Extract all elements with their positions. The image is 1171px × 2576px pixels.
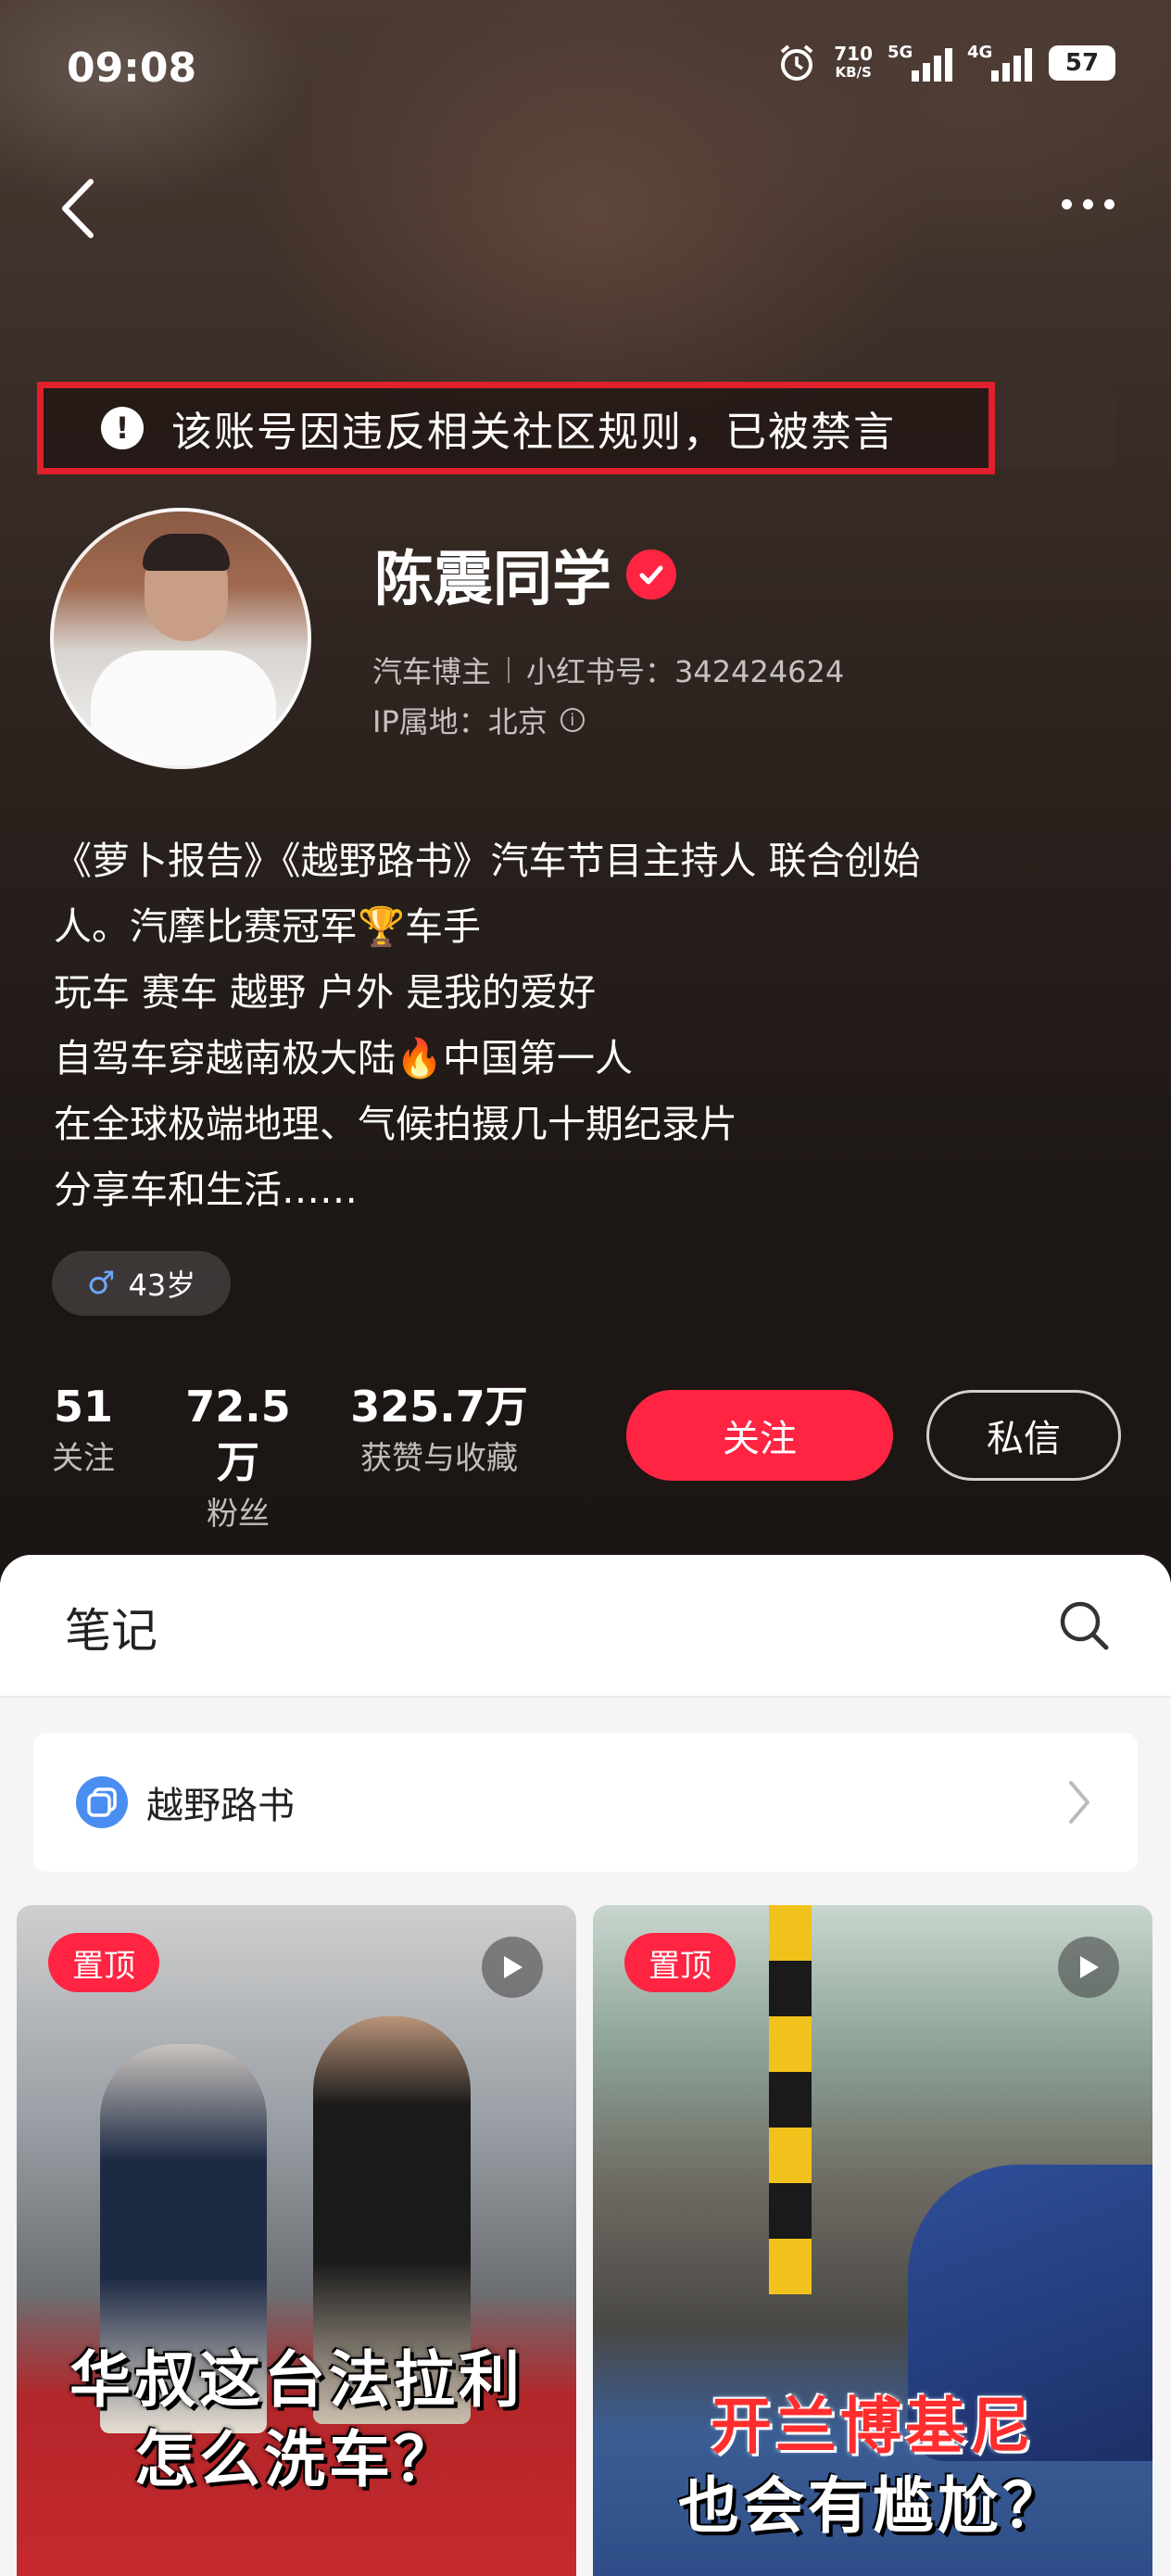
tab-notes[interactable]: 笔记 bbox=[65, 1594, 157, 1661]
video-play-icon bbox=[1058, 1937, 1119, 1998]
verified-icon[interactable] bbox=[626, 549, 676, 600]
male-icon: ♂ bbox=[87, 1265, 116, 1302]
stat-likes-value: 325.7万 bbox=[350, 1382, 528, 1432]
more-dot-icon bbox=[1082, 198, 1093, 209]
bio-line: 分享车和生活…… bbox=[54, 1168, 358, 1212]
ip-location-text: IP属地：北京 bbox=[372, 704, 548, 739]
ban-notice: ! 该账号因违反相关社区规则，已被禁言 bbox=[37, 382, 995, 474]
pinned-badge: 置顶 bbox=[48, 1933, 159, 1992]
avatar[interactable] bbox=[50, 508, 311, 769]
bio-line: 人。汽摩比赛冠军🏆车手 bbox=[54, 904, 482, 949]
stat-likes[interactable]: 325.7万 获赞与收藏 bbox=[346, 1379, 532, 1538]
chevron-right-icon bbox=[1069, 1781, 1089, 1824]
stat-followers[interactable]: 72.5万 粉丝 bbox=[169, 1379, 308, 1538]
network-speed-unit: KB/S bbox=[835, 64, 872, 81]
notes-sheet: 笔记 越野路书 置顶 华叔这台法拉利 怎么洗车？ 置顶 开兰博基尼 也会有尴尬？ bbox=[0, 1555, 1171, 2576]
cover-title-line: 开兰博基尼 bbox=[711, 2391, 1035, 2462]
follow-button[interactable]: 关注 bbox=[626, 1390, 893, 1481]
status-bar: 09:08 710 KB/S 5G 4G 57 bbox=[0, 0, 1171, 139]
profile-stats: 51 关注 72.5万 粉丝 325.7万 获赞与收藏 bbox=[37, 1379, 532, 1538]
chevron-left-icon bbox=[62, 179, 94, 238]
profile-category: 汽车博主 bbox=[372, 654, 492, 689]
info-icon[interactable]: i bbox=[560, 708, 585, 732]
ban-notice-background bbox=[995, 389, 1117, 469]
stat-following-value: 51 bbox=[53, 1382, 113, 1432]
bio-line: 《萝卜报告》《越野路书》汽车节目主持人 联合创始 bbox=[54, 839, 921, 883]
profile-bio: 《萝卜报告》《越野路书》汽车节目主持人 联合创始 人。汽摩比赛冠军🏆车手 玩车 … bbox=[54, 828, 1119, 1223]
profile-ip: IP属地：北京 i bbox=[372, 699, 585, 741]
status-icons: 710 KB/S 5G 4G 57 bbox=[776, 43, 1115, 83]
collection-label: 越野路书 bbox=[146, 1785, 295, 1827]
bio-line: 自驾车穿越南极大陆🔥中国第一人 bbox=[54, 1036, 634, 1080]
cover-title-line: 怎么洗车？ bbox=[134, 2424, 459, 2495]
profile-header-background bbox=[0, 0, 1171, 1575]
more-options-button[interactable] bbox=[1051, 185, 1125, 222]
pinned-badge: 置顶 bbox=[624, 1933, 736, 1992]
search-button[interactable] bbox=[1056, 1597, 1112, 1653]
network-speed: 710 KB/S bbox=[834, 44, 873, 82]
cover-barrier-pole bbox=[769, 1905, 812, 2294]
stat-likes-label: 获赞与收藏 bbox=[360, 1440, 518, 1477]
bio-line: 玩车 赛车 越野 户外 是我的爱好 bbox=[54, 970, 597, 1015]
age-text: 43岁 bbox=[128, 1268, 196, 1303]
cover-title-line: 也会有尴尬？ bbox=[678, 2470, 1067, 2542]
cover-title-line: 华叔这台法拉利 bbox=[69, 2344, 523, 2416]
divider bbox=[508, 657, 510, 683]
search-icon bbox=[1060, 1601, 1109, 1650]
stat-followers-label: 粉丝 bbox=[207, 1496, 270, 1533]
profile-name: 陈震同学 bbox=[374, 532, 676, 617]
message-button[interactable]: 私信 bbox=[926, 1390, 1121, 1481]
profile-name-text: 陈震同学 bbox=[374, 546, 611, 614]
ban-notice-text: 该账号因违反相关社区规则，已被禁言 bbox=[171, 409, 896, 456]
network-speed-value: 710 bbox=[834, 43, 873, 65]
signal-4g-label: 4G bbox=[967, 43, 993, 62]
profile-meta: 汽车博主 小红书号：342424624 bbox=[372, 649, 844, 691]
more-dot-icon bbox=[1061, 198, 1072, 209]
age-tag: ♂ 43岁 bbox=[52, 1251, 232, 1316]
signal-5g-icon: 5G bbox=[888, 43, 952, 82]
notes-header: 笔记 bbox=[0, 1555, 1171, 1698]
video-play-icon bbox=[482, 1937, 543, 1998]
stat-following-label: 关注 bbox=[52, 1440, 115, 1477]
collection-item[interactable]: 越野路书 bbox=[33, 1733, 1138, 1872]
cover-title: 开兰博基尼 也会有尴尬？ bbox=[593, 2387, 1152, 2546]
bio-line: 在全球极端地理、气候拍摄几十期纪录片 bbox=[54, 1102, 737, 1146]
exclamation-icon: ! bbox=[101, 407, 144, 449]
checkmark-icon bbox=[639, 565, 663, 585]
more-dot-icon bbox=[1103, 198, 1114, 209]
note-card[interactable]: 置顶 开兰博基尼 也会有尴尬？ bbox=[593, 1905, 1152, 2576]
signal-5g-label: 5G bbox=[888, 43, 913, 62]
stat-following[interactable]: 51 关注 bbox=[37, 1379, 130, 1538]
avatar-figure-body bbox=[91, 650, 276, 765]
note-card[interactable]: 置顶 华叔这台法拉利 怎么洗车？ bbox=[17, 1905, 576, 2576]
profile-red-id[interactable]: 小红书号：342424624 bbox=[526, 649, 844, 691]
stat-followers-value: 72.5万 bbox=[185, 1382, 291, 1487]
back-button[interactable] bbox=[56, 176, 102, 241]
collection-icon bbox=[76, 1776, 128, 1828]
alarm-icon bbox=[780, 44, 813, 81]
avatar-figure-hair bbox=[143, 534, 230, 571]
status-time: 09:08 bbox=[67, 44, 197, 92]
cover-title: 华叔这台法拉利 怎么洗车？ bbox=[17, 2341, 576, 2500]
signal-4g-icon: 4G bbox=[967, 43, 1032, 82]
battery-icon: 57 bbox=[1049, 45, 1115, 81]
album-icon bbox=[87, 1787, 117, 1817]
